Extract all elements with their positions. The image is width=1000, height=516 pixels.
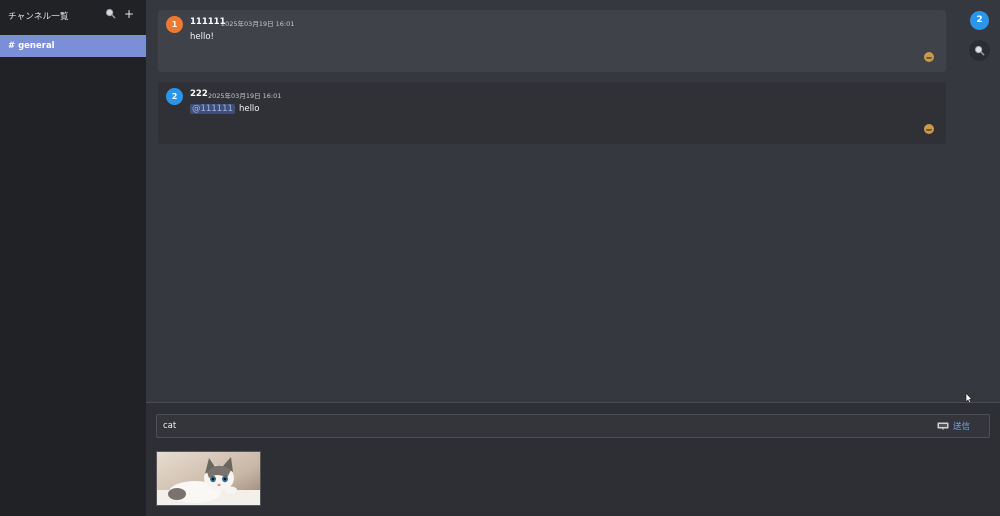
message-body: hello! — [190, 32, 214, 42]
search-icon — [974, 45, 985, 56]
gif-preview-thumbnail[interactable] — [156, 451, 261, 506]
cat-image — [157, 452, 260, 505]
sidebar-title: チャンネル一覧 — [8, 12, 69, 22]
message-timestamp: 2025年03月19日 16:01 — [208, 92, 282, 100]
message-item: 1 111111 2025年03月19日 16:01 hello! — [158, 10, 946, 72]
message-composer: 送信 — [146, 402, 1000, 516]
sidebar-header: チャンネル一覧 + — [0, 0, 146, 32]
send-button[interactable]: 送信 — [953, 420, 970, 432]
message-input-box: 送信 — [156, 414, 990, 438]
avatar[interactable]: 1 — [166, 16, 183, 33]
message-list: 1 111111 2025年03月19日 16:01 hello! 2 222 … — [146, 0, 960, 402]
channel-sidebar: チャンネル一覧 + # general — [0, 0, 146, 516]
search-icon[interactable] — [105, 8, 116, 19]
search-button[interactable] — [969, 40, 990, 61]
message-item: 2 222 2025年03月19日 16:01 @111111 hello — [158, 82, 946, 144]
message-text: @111111 hello — [190, 104, 260, 114]
user-mention[interactable]: @111111 — [190, 104, 235, 114]
message-author: 222 — [190, 89, 208, 99]
avatar[interactable]: 2 — [166, 88, 183, 105]
add-channel-button[interactable]: + — [124, 8, 134, 20]
message-input[interactable] — [163, 419, 923, 433]
gif-icon[interactable] — [937, 422, 949, 430]
channel-item-general[interactable]: # general — [0, 35, 146, 57]
emoji-icon[interactable] — [924, 124, 934, 134]
message-body: hello — [238, 104, 260, 114]
message-timestamp: 2025年03月19日 16:01 — [221, 20, 295, 28]
user-avatar[interactable]: 2 — [970, 11, 989, 30]
right-rail: 2 — [960, 0, 1000, 402]
message-text: hello! — [190, 32, 214, 42]
emoji-icon[interactable] — [924, 52, 934, 62]
